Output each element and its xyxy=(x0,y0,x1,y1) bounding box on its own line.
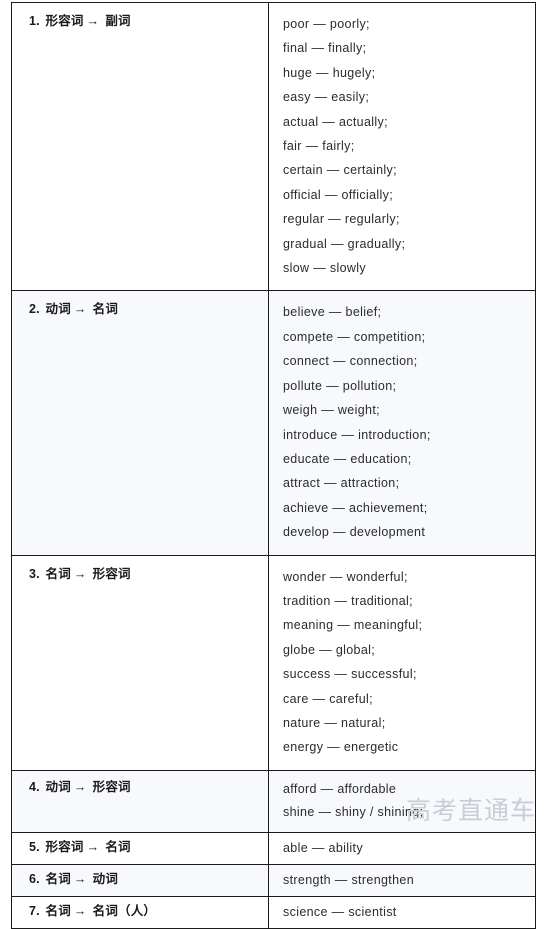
category-number: 3. xyxy=(29,566,40,581)
word-pair: care — careful; xyxy=(283,691,374,706)
word-pair: pollute — pollution; xyxy=(283,378,397,393)
word-formation-table-body: 1. 形容词 → 副词 poor — poorly; final — finally; h… xyxy=(11,1,536,929)
word-pair: energy — energetic xyxy=(283,740,399,755)
category-cell: 4. 动词 → 形容词 xyxy=(11,769,269,833)
category-label: 2. 动词 → 名词 xyxy=(29,302,268,318)
word-pair: globe — global; xyxy=(283,642,376,657)
word-pairs-cell: believe — belief; compete — competition; c… xyxy=(268,290,536,556)
word-pairs-cell: afford — affordable shine — shiny / shini… xyxy=(268,769,536,833)
word-pair: weigh — weight; xyxy=(283,403,380,418)
word-pair: shine — shiny / shining; xyxy=(283,804,424,819)
arrow-icon: → xyxy=(73,302,87,317)
word-pair: success — successful; xyxy=(283,667,417,682)
word-pair: wonder — wonderful; xyxy=(283,569,408,584)
word-pair: science — scientist xyxy=(283,904,397,919)
category-number: 2. xyxy=(29,302,40,317)
word-pair: achieve — achievement; xyxy=(283,500,428,515)
category-source-type: 名词 xyxy=(45,566,71,581)
arrow-icon: → xyxy=(73,566,87,581)
word-pair: meaning — meaningful; xyxy=(283,618,423,633)
word-pair: nature — natural; xyxy=(283,715,386,730)
word-pairs-cell: able — ability xyxy=(268,831,536,865)
word-pair: educate — education; xyxy=(283,451,412,466)
word-pair: huge — hugely; xyxy=(283,65,376,80)
category-target-type: 动词 xyxy=(92,871,119,886)
word-pair: connect — connection; xyxy=(283,354,418,369)
table-row: 6. 名词 → 动词 strength — strengthen xyxy=(11,863,536,897)
word-pairs-cell: strength — strengthen xyxy=(268,863,536,897)
word-pair: develop — development xyxy=(283,525,426,540)
category-cell: 7. 名词 → 名词（人） xyxy=(11,895,269,929)
arrow-icon: → xyxy=(73,779,87,794)
word-pair: regular — regularly; xyxy=(283,212,400,227)
table-row: 5. 形容词 → 名词 able — ability xyxy=(11,831,536,865)
word-pair: introduce — introduction; xyxy=(283,427,431,442)
category-source-type: 名词 xyxy=(45,871,71,886)
category-target-type: 副词 xyxy=(105,14,131,28)
category-source-type: 形容词 xyxy=(45,14,84,28)
arrow-icon: → xyxy=(73,903,87,918)
word-pair: believe — belief; xyxy=(283,305,382,320)
category-source-type: 名词 xyxy=(45,903,71,918)
word-pair: poor — poorly; xyxy=(283,17,370,31)
category-number: 4. xyxy=(29,779,40,794)
category-source-type: 动词 xyxy=(45,779,71,794)
word-pair: able — ability xyxy=(283,840,363,855)
word-pairs-cell: poor — poorly; final — finally; huge — hug… xyxy=(268,1,536,292)
word-pair: slow — slowly xyxy=(283,261,367,276)
category-label: 6. 名词 → 动词 xyxy=(29,872,268,888)
category-target-type: 形容词 xyxy=(92,566,131,581)
category-source-type: 动词 xyxy=(45,302,71,317)
category-cell: 6. 名词 → 动词 xyxy=(11,863,269,897)
word-pair: official — officially; xyxy=(283,187,394,202)
word-pair: afford — affordable xyxy=(283,781,397,796)
category-label: 7. 名词 → 名词（人） xyxy=(29,904,268,920)
category-target-type: 形容词 xyxy=(92,779,131,794)
word-pair: compete — competition; xyxy=(283,329,426,344)
category-cell: 5. 形容词 → 名词 xyxy=(11,831,269,865)
category-cell: 2. 动词 → 名词 xyxy=(11,290,269,556)
table-row: 2. 动词 → 名词 believe — belief; compete — compe… xyxy=(11,290,536,556)
table-row: 1. 形容词 → 副词 poor — poorly; final — finally; h… xyxy=(11,1,536,292)
category-label: 5. 形容词 → 名词 xyxy=(29,840,268,856)
word-pair: fair — fairly; xyxy=(283,139,355,154)
word-pair: tradition — traditional; xyxy=(283,593,413,608)
category-number: 7. xyxy=(29,903,40,918)
word-pairs-cell: science — scientist xyxy=(268,895,536,929)
word-pair: strength — strengthen xyxy=(283,872,415,887)
word-pair: actual — actually; xyxy=(283,114,388,129)
category-label: 3. 名词 → 形容词 xyxy=(29,567,268,583)
table-row: 3. 名词 → 形容词 wonder — wonderful; tradition — … xyxy=(11,554,536,771)
category-target-type: 名词 xyxy=(92,302,119,317)
word-pair: certain — certainly; xyxy=(283,163,397,178)
category-cell: 3. 名词 → 形容词 xyxy=(11,554,269,771)
table-row: 7. 名词 → 名词（人） science — scientist xyxy=(11,895,536,929)
word-pair: gradual — gradually; xyxy=(283,236,406,251)
category-cell: 1. 形容词 → 副词 xyxy=(11,1,269,292)
word-pair: final — finally; xyxy=(283,41,367,56)
page-root: 1. 形容词 → 副词 poor — poorly; final — finally; h… xyxy=(0,0,548,929)
category-label: 4. 动词 → 形容词 xyxy=(29,780,268,796)
table-row: 4. 动词 → 形容词 afford — affordable shine — shin… xyxy=(11,769,536,833)
category-label: 1. 形容词 → 副词 xyxy=(29,14,268,30)
word-formation-table: 1. 形容词 → 副词 poor — poorly; final — finally; h… xyxy=(11,1,536,929)
category-number: 1. xyxy=(29,14,40,28)
category-target-type: 名词（人） xyxy=(92,903,157,918)
word-pair: easy — easily; xyxy=(283,90,370,105)
category-number: 6. xyxy=(29,871,40,886)
word-pair: attract — attraction; xyxy=(283,476,400,491)
word-pairs-cell: wonder — wonderful; tradition — tradition… xyxy=(268,554,536,771)
arrow-icon: → xyxy=(86,14,100,28)
arrow-icon: → xyxy=(73,871,87,886)
